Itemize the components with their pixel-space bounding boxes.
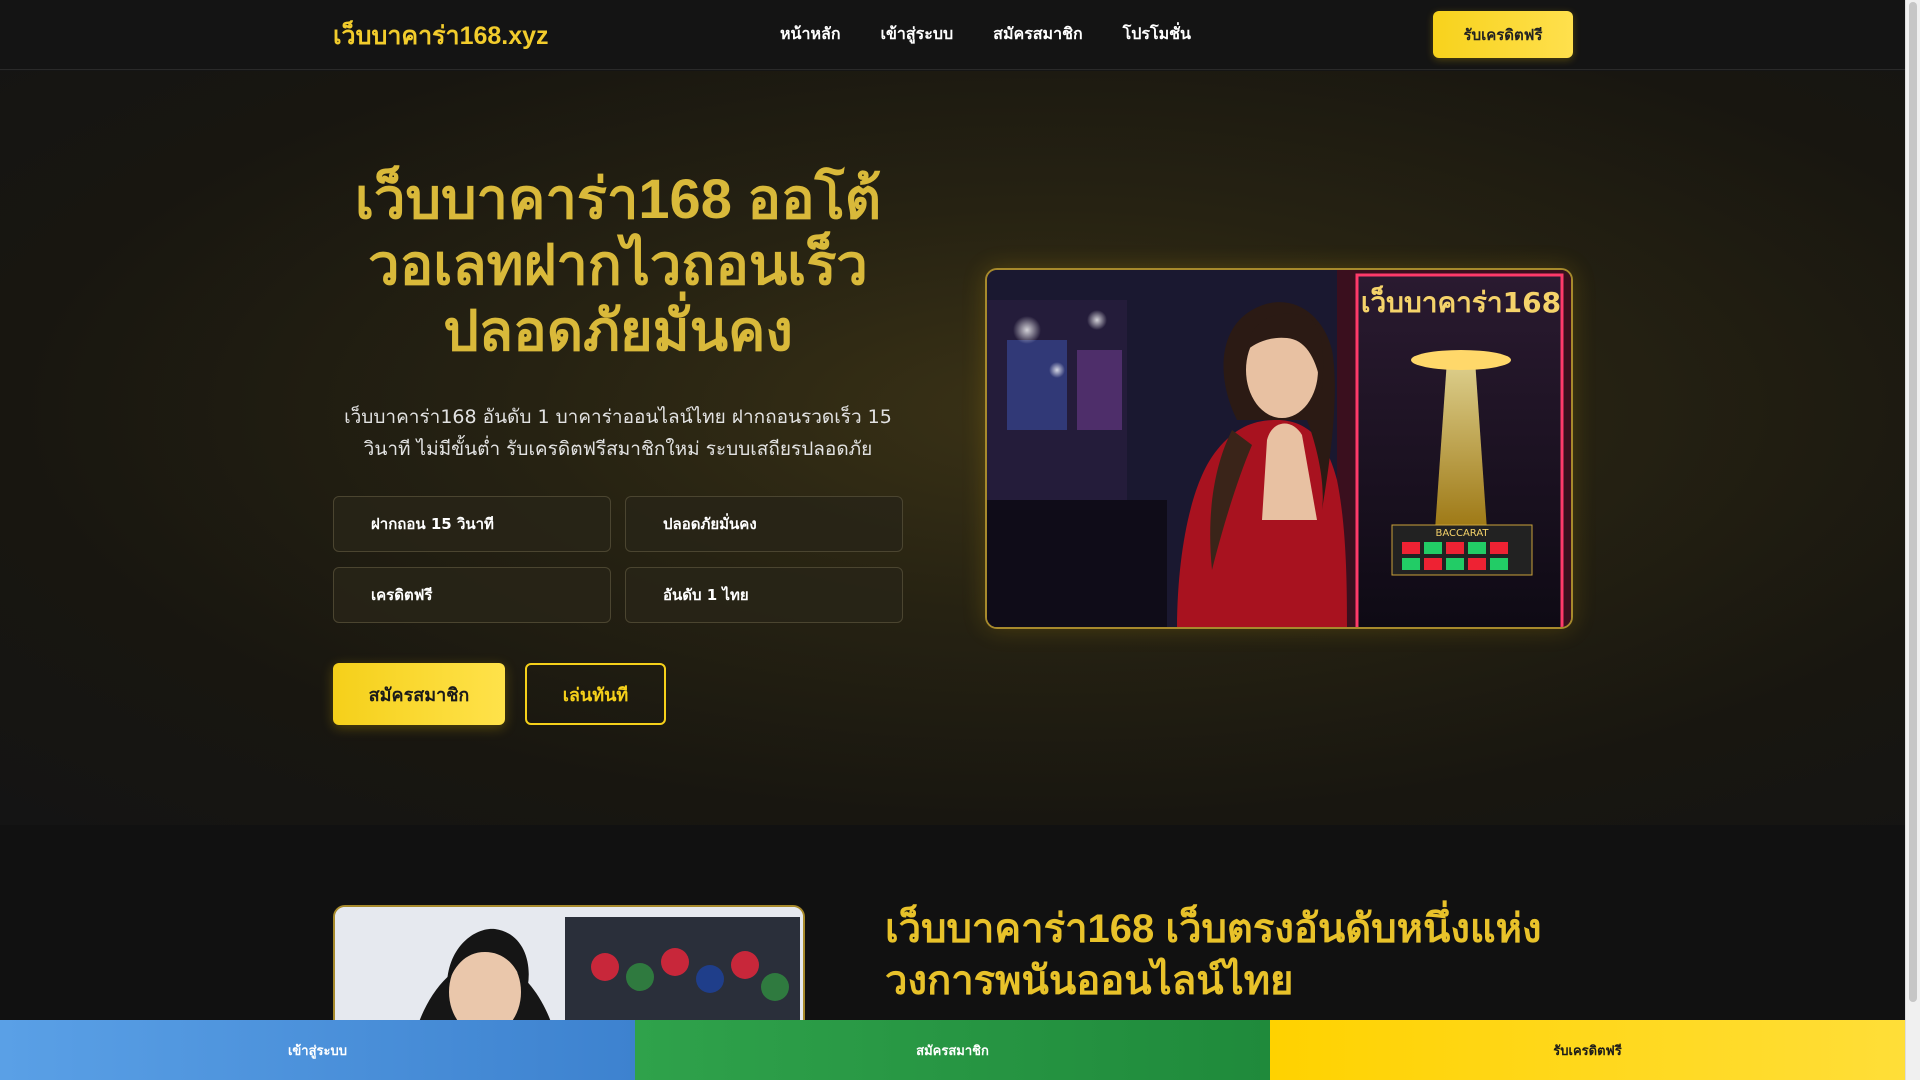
hero-description-line: เว็บบาคาร่า168 อันดับ 1 บาคาร่าออนไลน์ไท… [344, 406, 892, 428]
machine-sign: เว็บบาคาร่า168 [1361, 285, 1561, 319]
main-nav: หน้าหลัก เข้าสู่ระบบ สมัครสมาชิก โปรโมชั… [780, 22, 1191, 47]
about-title-line: วงการพนันออนไลน์ไทย [885, 959, 1294, 1003]
vertical-scrollbar[interactable] [1905, 0, 1920, 1080]
hero-title-line: วอเลทฝากไวถอนเร็ว [368, 233, 868, 296]
page: เว็บบาคาร่า168.xyz หน้าหลัก เข้าสู่ระบบ … [0, 0, 1905, 1080]
feature-fast-deposit: ฝากถอน 15 วินาที [333, 496, 611, 552]
feature-free-credit: เครดิตฟรี [333, 567, 611, 623]
hero-image: เว็บบาคาร่า168 BACCARAT [985, 268, 1573, 629]
register-button[interactable]: สมัครสมาชิก [333, 663, 505, 725]
hero-title: เว็บบาคาร่า168 ออโต้ วอเลทฝากไวถอนเร็ว ป… [333, 166, 903, 364]
feature-secure: ปลอดภัยมั่นคง [625, 496, 903, 552]
hero-description-line: วินาที ไม่มีขั้นต่ำ รับเครดิตฟรีสมาชิกให… [363, 438, 873, 460]
header: เว็บบาคาร่า168.xyz หน้าหลัก เข้าสู่ระบบ … [0, 0, 1905, 70]
feature-rank-one: อันดับ 1 ไทย [625, 567, 903, 623]
nav-promotions[interactable]: โปรโมชั่น [1123, 22, 1191, 47]
bottom-free-credit-button[interactable]: รับเครดิตฟรี [1270, 1020, 1905, 1080]
casino-woman-illustration: เว็บบาคาร่า168 BACCARAT [987, 270, 1571, 627]
nav-register[interactable]: สมัครสมาชิก [993, 22, 1082, 47]
hero-title-line: เว็บบาคาร่า168 ออโต้ [354, 167, 882, 230]
bottom-register-button[interactable]: สมัครสมาชิก [635, 1020, 1270, 1080]
scrollbar-thumb[interactable] [1909, 2, 1917, 1002]
hero-title-line: ปลอดภัยมั่นคง [443, 299, 793, 362]
about-title-line: เว็บบาคาร่า168 เว็บตรงอันดับหนึ่งแห่ง [885, 907, 1542, 951]
nav-login[interactable]: เข้าสู่ระบบ [881, 22, 954, 47]
free-credit-button[interactable]: รับเครดิตฟรี [1433, 11, 1573, 58]
bottom-login-button[interactable]: เข้าสู่ระบบ [0, 1020, 635, 1080]
about-title: เว็บบาคาร่า168 เว็บตรงอันดับหนึ่งแห่ง วง… [885, 903, 1585, 1007]
hero-section: เว็บบาคาร่า168 ออโต้ วอเลทฝากไวถอนเร็ว ป… [0, 71, 1905, 825]
site-logo[interactable]: เว็บบาคาร่า168.xyz [333, 16, 549, 56]
sticky-bottom-bar: เข้าสู่ระบบ สมัครสมาชิก รับเครดิตฟรี [0, 1020, 1905, 1080]
nav-home[interactable]: หน้าหลัก [780, 22, 841, 47]
hero-description: เว็บบาคาร่า168 อันดับ 1 บาคาร่าออนไลน์ไท… [333, 401, 903, 465]
play-now-button[interactable]: เล่นทันที [525, 663, 666, 725]
machine-label: BACCARAT [1435, 528, 1489, 539]
